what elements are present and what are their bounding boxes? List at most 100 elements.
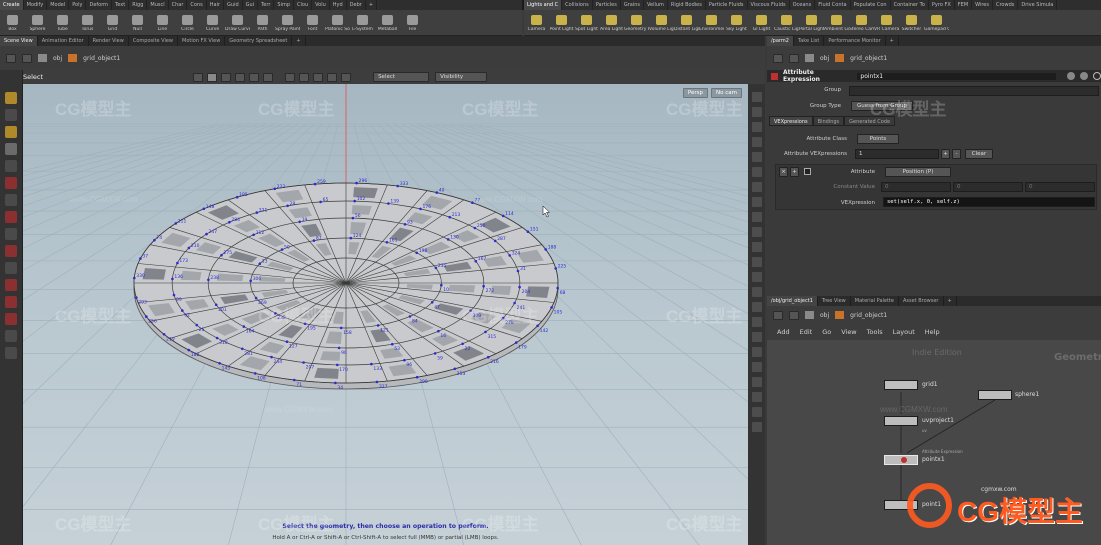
shelf-tab-right-4[interactable]: Vellum <box>644 0 668 10</box>
geometry-point[interactable] <box>403 358 406 362</box>
pane-tab-left-1[interactable]: Animation Editor <box>38 36 89 46</box>
pane-tab-left-3[interactable]: Composite View <box>129 36 178 46</box>
shelf-tab-right-11[interactable]: Container To <box>891 0 929 10</box>
node-uvproject1[interactable] <box>884 416 918 426</box>
geometry-point[interactable] <box>312 239 316 242</box>
geometry-point[interactable] <box>415 251 419 255</box>
parm-path-node[interactable]: grid_object1 <box>850 55 887 62</box>
shelf-tab-right-3[interactable]: Grains <box>621 0 644 10</box>
display-icon-5[interactable] <box>751 152 762 162</box>
net-path-node[interactable]: grid_object1 <box>850 312 887 319</box>
display-icon-13[interactable] <box>751 272 762 282</box>
network-menu-help[interactable]: Help <box>925 328 940 336</box>
geometry-point[interactable] <box>172 293 176 297</box>
create-tool-16[interactable]: File <box>400 10 425 36</box>
view-tool-icon[interactable] <box>5 160 17 172</box>
attribute-vexpressions-count[interactable]: 1 <box>855 149 939 159</box>
node-name-field[interactable]: pointx1 <box>857 72 1057 80</box>
geometry-point[interactable] <box>448 215 452 219</box>
geometry-point[interactable] <box>355 181 358 185</box>
create-tool-3[interactable]: Torus <box>75 10 100 36</box>
geometry-point[interactable] <box>474 259 478 263</box>
geometry-point[interactable] <box>139 257 142 260</box>
search-icon[interactable] <box>1093 72 1101 80</box>
geometry-point[interactable] <box>415 375 419 379</box>
display-icon-18[interactable] <box>751 347 762 357</box>
create-tool-2[interactable]: Tube <box>50 10 75 36</box>
geometry-point[interactable] <box>437 329 440 333</box>
light-tool-16[interactable]: Gamepad Camera <box>924 10 949 36</box>
shelf-tab-left-3[interactable]: Poly <box>69 0 87 10</box>
light-tool-4[interactable]: Geometry Light <box>624 10 649 36</box>
magnet-tool-icon[interactable] <box>5 211 17 223</box>
tab-vexpressions[interactable]: VEXpressions <box>769 116 813 126</box>
display-icon-17[interactable] <box>751 332 762 342</box>
display-icon-16[interactable] <box>751 317 762 327</box>
shelf-tab-right-5[interactable]: Rigid Bodies <box>668 0 706 10</box>
parm-back-icon[interactable] <box>773 53 783 63</box>
create-tool-14[interactable]: L-System <box>350 10 375 36</box>
visibility-dropdown[interactable]: Visibility <box>435 72 488 82</box>
light-tool-14[interactable]: VR Camera <box>874 10 899 36</box>
create-tool-7[interactable]: Circle <box>175 10 200 36</box>
light-tool-10[interactable]: Caustic Light <box>774 10 799 36</box>
geometry-point[interactable] <box>145 315 148 318</box>
light-tool-0[interactable]: Camera <box>524 10 549 36</box>
select-lasso-icon[interactable] <box>285 72 296 82</box>
display-icon-20[interactable] <box>751 377 762 387</box>
select-connected-icon[interactable] <box>327 72 338 82</box>
shelf-tab-left-16[interactable]: Volu <box>312 0 330 10</box>
geometry-point[interactable] <box>336 363 339 367</box>
geometry-point[interactable] <box>486 355 490 359</box>
shelf-tab-left-9[interactable]: Cons <box>187 0 207 10</box>
clear-button[interactable]: Clear <box>965 149 993 159</box>
gear-icon[interactable] <box>1067 72 1076 80</box>
light-tool-8[interactable]: Sky Light <box>724 10 749 36</box>
pane-tab-right-1[interactable]: Take List <box>794 36 825 46</box>
geometry-point[interactable] <box>135 296 138 299</box>
select-mode-dropdown[interactable]: Select <box>373 72 430 82</box>
create-tool-11[interactable]: Spray Paint <box>275 10 300 36</box>
shelf-tab-left-5[interactable]: Text <box>112 0 130 10</box>
create-tool-9[interactable]: Draw Curve <box>225 10 250 36</box>
geometry-point[interactable] <box>242 325 246 328</box>
geometry-point[interactable] <box>253 372 257 375</box>
net-back-icon[interactable] <box>773 310 783 320</box>
geometry-point[interactable] <box>215 336 219 340</box>
path-obj[interactable]: obj <box>53 55 62 62</box>
light-tool-6[interactable]: Distant Light <box>674 10 699 36</box>
geometry-point[interactable] <box>133 276 136 280</box>
pose-tool-icon[interactable] <box>5 143 17 155</box>
network-tab-1[interactable]: Tree View <box>818 296 851 306</box>
shelf-tab-left-15[interactable]: Clou <box>294 0 313 10</box>
shelf-tab-right-2[interactable]: Particles <box>593 0 621 10</box>
create-tool-5[interactable]: Null <box>125 10 150 36</box>
display-icon-15[interactable] <box>751 302 762 312</box>
display-icon-7[interactable] <box>751 182 762 192</box>
shelf-tab-left-19[interactable]: + <box>366 0 378 10</box>
geometry-point[interactable] <box>550 306 553 309</box>
geometry-point[interactable] <box>153 238 156 242</box>
shelf-tab-left-6[interactable]: Rigg <box>129 0 148 10</box>
geometry-point[interactable] <box>235 195 239 199</box>
light-tool-12[interactable]: Ambient Light <box>824 10 849 36</box>
constant-value-y[interactable]: 0 <box>953 182 1023 192</box>
shelf-tab-right-15[interactable]: Crowds <box>993 0 1019 10</box>
multiparm-remove-button[interactable]: - <box>952 149 961 159</box>
path-node[interactable]: grid_object1 <box>83 55 120 62</box>
geometry-point[interactable] <box>339 326 343 330</box>
display-icon-14[interactable] <box>751 287 762 297</box>
net-obj-icon[interactable] <box>805 311 814 319</box>
geometry-point[interactable] <box>187 246 191 250</box>
constant-value-x[interactable]: 0 <box>881 182 951 192</box>
geometry-point[interactable] <box>514 341 518 344</box>
network-menu-tools[interactable]: Tools <box>867 328 883 336</box>
geometry-point[interactable] <box>255 211 259 214</box>
geometry-point[interactable] <box>162 333 166 336</box>
shelf-tab-right-13[interactable]: FEM <box>955 0 973 10</box>
geometry-point[interactable] <box>174 222 178 225</box>
shelf-tab-right-1[interactable]: Collisions <box>562 0 593 10</box>
geometry-point[interactable] <box>471 201 474 204</box>
pane-tab-right-3[interactable]: + <box>886 36 899 46</box>
node-sphere1[interactable] <box>978 390 1012 400</box>
